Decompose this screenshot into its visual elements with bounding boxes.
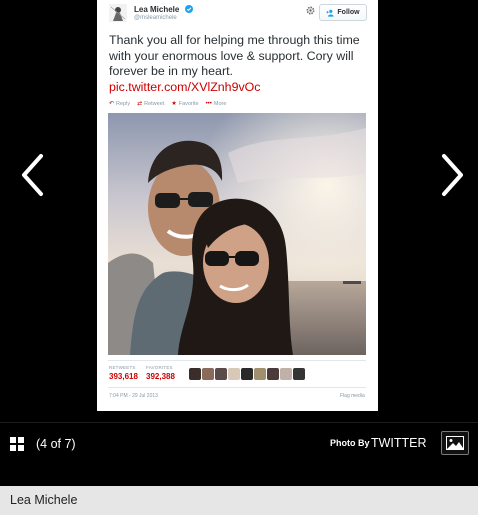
- slide-counter: (4 of 7): [36, 437, 76, 451]
- tweet-timestamp[interactable]: 7:04 PM - 29 Jul 2013: [109, 393, 158, 399]
- retweet-label: Retweet: [144, 100, 165, 107]
- avatar[interactable]: [241, 368, 253, 380]
- chevron-left-icon: [22, 154, 43, 196]
- reply-label: Reply: [116, 100, 131, 107]
- avatar[interactable]: [189, 368, 201, 380]
- retweets-count[interactable]: 393,618: [109, 372, 138, 381]
- avatar[interactable]: [228, 368, 240, 380]
- caption-bar: Lea Michele: [0, 486, 478, 515]
- avatar[interactable]: [293, 368, 305, 380]
- reply-icon: ↶: [109, 101, 115, 107]
- avatar[interactable]: [215, 368, 227, 380]
- avatar: [109, 4, 127, 22]
- tweet-card: Lea Michele @msleamichele Follow Thank y…: [97, 0, 378, 411]
- more-label: More: [213, 100, 227, 107]
- follow-button[interactable]: Follow: [319, 4, 367, 21]
- slideshow-toolbar: (4 of 7) Photo By TWITTER: [0, 422, 478, 486]
- reply-action[interactable]: ↶ Reply: [109, 100, 131, 108]
- more-icon: •••: [205, 100, 212, 107]
- avatar[interactable]: [267, 368, 279, 380]
- selfie-photo-image: [108, 113, 366, 355]
- retweet-action[interactable]: ⇄ Retweet: [137, 100, 165, 108]
- tweet-photo[interactable]: [108, 113, 366, 355]
- grid-icon[interactable]: [10, 437, 24, 451]
- stats-divider: [108, 387, 366, 388]
- tweet-text: Thank you all for helping me through thi…: [109, 33, 360, 78]
- photo-credit: TWITTER: [371, 436, 427, 450]
- avatar[interactable]: [254, 368, 266, 380]
- favoriters-avatars: [189, 368, 305, 380]
- favorites-label: FAVORITES: [146, 365, 173, 370]
- tweet-media-link[interactable]: pic.twitter.com/XVlZnh9vOc: [109, 80, 261, 94]
- tweet-display-name[interactable]: Lea Michele: [134, 5, 179, 14]
- retweet-icon: ⇄: [137, 101, 143, 107]
- avatar[interactable]: [280, 368, 292, 380]
- slide-caption: Lea Michele: [10, 493, 78, 507]
- star-icon: ★: [171, 101, 177, 107]
- image-icon: [446, 436, 464, 450]
- favorite-action[interactable]: ★ Favorite: [171, 100, 199, 108]
- more-action[interactable]: ••• More: [206, 100, 227, 107]
- verified-badge-icon: [185, 5, 193, 13]
- photo-by-label: Photo By: [330, 438, 370, 448]
- gallery-button[interactable]: [441, 431, 469, 455]
- stats-divider: [108, 360, 366, 361]
- add-user-icon: [326, 9, 335, 17]
- slideshow-viewer: Lea Michele @msleamichele Follow Thank y…: [0, 0, 478, 422]
- retweets-label: RETWEETS: [109, 365, 136, 370]
- favorite-label: Favorite: [178, 100, 199, 107]
- tweet-handle[interactable]: @msleamichele: [134, 15, 177, 21]
- avatar[interactable]: [202, 368, 214, 380]
- gear-icon[interactable]: [305, 5, 316, 16]
- previous-slide-arrow[interactable]: [19, 152, 45, 198]
- follow-button-label: Follow: [337, 9, 360, 16]
- next-slide-arrow[interactable]: [440, 152, 466, 198]
- favorites-count[interactable]: 392,388: [146, 372, 175, 381]
- tweet-actions: ↶ Reply ⇄ Retweet ★ Favorite ••• More: [109, 100, 227, 108]
- chevron-right-icon: [442, 154, 463, 196]
- flag-media-link[interactable]: Flag media: [340, 393, 365, 399]
